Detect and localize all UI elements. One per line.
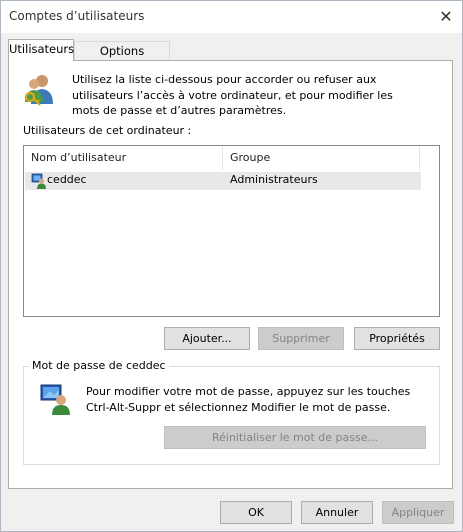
window-title: Comptes d’utilisateurs: [9, 9, 145, 23]
password-group-title: Mot de passe de ceddec: [29, 359, 169, 372]
add-user-button[interactable]: Ajouter...: [164, 327, 250, 350]
user-monitor-icon: [40, 384, 70, 415]
tab-options-avancees[interactable]: Options avancées: [74, 41, 170, 77]
apply-button[interactable]: Appliquer: [382, 501, 454, 524]
title-bar: Comptes d’utilisateurs ✕: [1, 1, 462, 33]
ok-button[interactable]: OK: [220, 501, 292, 524]
column-header-username[interactable]: Nom d’utilisateur: [24, 146, 223, 170]
cancel-button[interactable]: Annuler: [301, 501, 373, 524]
column-header-group[interactable]: Groupe: [223, 146, 420, 170]
user-icon: [31, 173, 46, 189]
users-keys-icon: [24, 75, 53, 106]
close-icon[interactable]: ✕: [432, 3, 460, 31]
properties-button[interactable]: Propriétés: [354, 327, 440, 350]
remove-user-button[interactable]: Supprimer: [258, 327, 344, 350]
table-row[interactable]: ceddec Administrateurs: [25, 172, 421, 190]
intro-text: Utilisez la liste ci-dessous pour accord…: [72, 73, 393, 117]
row-group: Administrateurs: [230, 173, 318, 186]
reset-password-button[interactable]: Réinitialiser le mot de passe...: [164, 426, 426, 449]
users-list[interactable]: Nom d’utilisateur Groupe ceddec Administ…: [23, 145, 440, 317]
password-instructions: Pour modifier votre mot de passe, appuye…: [86, 385, 411, 414]
users-list-label: Utilisateurs de cet ordinateur :: [23, 124, 192, 137]
password-group: [23, 366, 440, 465]
tab-utilisateurs[interactable]: Utilisateurs: [8, 39, 74, 61]
row-username: ceddec: [47, 173, 87, 186]
